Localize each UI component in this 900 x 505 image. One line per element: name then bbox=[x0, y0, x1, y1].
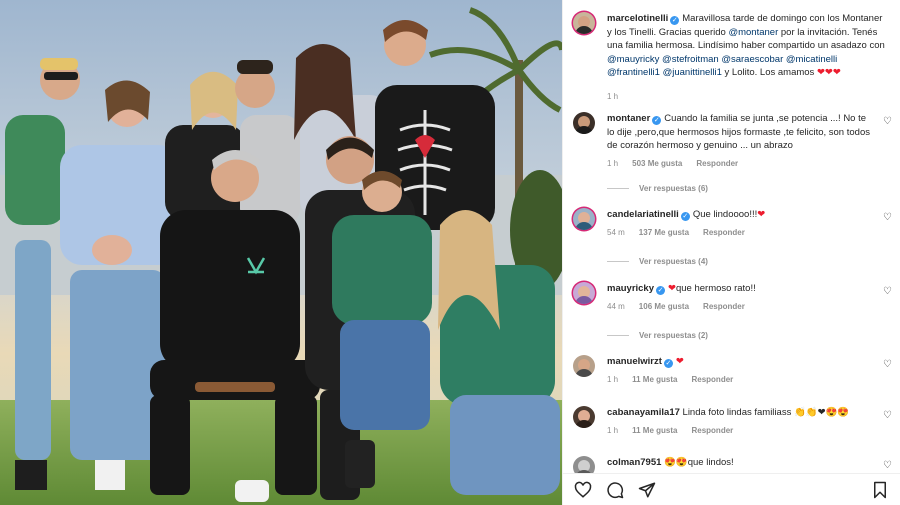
comment-emoji: 👏👏❤😍😍 bbox=[793, 407, 850, 418]
post-time: 1 h bbox=[607, 91, 619, 101]
comment-row: mauyricky ✓ ❤que hermoso rato!! 44 m 106 Me… bbox=[573, 282, 892, 313]
mention-link[interactable]: @micatinelli bbox=[786, 54, 837, 65]
post-side-panel: marcelotinelli ✓ Maravillosa tarde de domi… bbox=[562, 0, 900, 505]
avatar[interactable] bbox=[573, 112, 595, 134]
reply-button[interactable]: Responder bbox=[703, 228, 745, 237]
comment-time: 44 m bbox=[607, 301, 625, 311]
comment-user[interactable]: colman7951 bbox=[607, 457, 661, 468]
mention-link[interactable]: @juanittinelli1 bbox=[663, 67, 722, 78]
view-replies[interactable]: Ver respuestas (2) bbox=[607, 331, 708, 340]
share-icon[interactable] bbox=[637, 480, 657, 500]
comment-text: Linda foto lindas familiass bbox=[682, 407, 794, 418]
comment-likes[interactable]: 106 Me gusta bbox=[639, 302, 689, 311]
comment-likes[interactable]: 137 Me gusta bbox=[639, 228, 689, 237]
view-replies[interactable]: Ver respuestas (6) bbox=[607, 184, 708, 193]
mention-link[interactable]: @montaner bbox=[728, 27, 778, 38]
comment-time: 1 h bbox=[607, 425, 619, 435]
post-author[interactable]: marcelotinelli bbox=[607, 13, 668, 24]
post-caption: marcelotinelli ✓ Maravillosa tarde de domi… bbox=[573, 12, 892, 103]
avatar[interactable] bbox=[573, 282, 595, 304]
action-bar bbox=[563, 473, 900, 505]
instagram-post: marcelotinelli ✓ Maravillosa tarde de domi… bbox=[0, 0, 900, 505]
comment-row: montaner ✓ Cuando la familia se junta ,se … bbox=[573, 112, 892, 170]
comment-emoji: ❤ bbox=[675, 356, 684, 367]
bookmark-icon[interactable] bbox=[870, 480, 890, 500]
family-group-photo bbox=[0, 0, 562, 505]
like-heart-icon[interactable]: ♡ bbox=[883, 212, 892, 223]
view-replies[interactable]: Ver respuestas (4) bbox=[607, 257, 708, 266]
comment-likes[interactable]: 503 Me gusta bbox=[632, 159, 682, 168]
comment-time: 54 m bbox=[607, 227, 625, 237]
reply-button[interactable]: Responder bbox=[691, 375, 733, 384]
post-photo[interactable] bbox=[0, 0, 562, 505]
verified-icon: ✓ bbox=[656, 286, 666, 295]
comment-user[interactable]: montaner bbox=[607, 113, 650, 124]
comment-user[interactable]: cabanayamila17 bbox=[607, 407, 680, 418]
like-heart-icon[interactable]: ♡ bbox=[883, 286, 892, 297]
comment-emoji: 😍😍 bbox=[664, 457, 688, 468]
avatar[interactable] bbox=[573, 355, 595, 377]
avatar[interactable] bbox=[573, 12, 595, 34]
like-heart-icon[interactable]: ♡ bbox=[883, 410, 892, 421]
comment-text: que lindos! bbox=[687, 457, 734, 468]
comment-text: que hermoso rato!! bbox=[675, 283, 756, 294]
avatar[interactable] bbox=[573, 456, 595, 473]
verified-icon: ✓ bbox=[680, 212, 690, 221]
mention-link[interactable]: @stefroitman bbox=[662, 54, 719, 65]
reply-button[interactable]: Responder bbox=[691, 426, 733, 435]
comment-emoji: ❤ bbox=[668, 283, 676, 294]
mention-link[interactable]: @frantinelli1 bbox=[607, 67, 660, 78]
comment-row: manuelwirzt ✓ ❤ 1 h 11 Me gusta Responder ♡ bbox=[573, 355, 892, 386]
comment-time: 1 h bbox=[607, 158, 619, 168]
comment-row: candelariatinelli ✓ Que lindoooo!!!❤ 54 m 1… bbox=[573, 208, 892, 239]
mention-link[interactable]: @mauyricky bbox=[607, 54, 659, 65]
reply-button[interactable]: Responder bbox=[703, 302, 745, 311]
like-heart-icon[interactable]: ♡ bbox=[883, 359, 892, 370]
comments-list[interactable]: marcelotinelli ✓ Maravillosa tarde de domi… bbox=[563, 0, 900, 473]
caption-hearts: ❤❤❤ bbox=[816, 67, 841, 78]
verified-icon: ✓ bbox=[670, 16, 680, 25]
comment-row: colman7951 😍😍que lindos! ♡ bbox=[573, 456, 892, 473]
comment-user[interactable]: candelariatinelli bbox=[607, 209, 679, 220]
comment-likes[interactable]: 11 Me gusta bbox=[632, 375, 677, 384]
comment-icon[interactable] bbox=[605, 480, 625, 500]
comment-emoji: ❤ bbox=[757, 209, 766, 220]
like-heart-icon[interactable]: ♡ bbox=[883, 116, 892, 127]
comment-likes[interactable]: 11 Me gusta bbox=[632, 426, 677, 435]
comment-user[interactable]: mauyricky bbox=[607, 283, 654, 294]
heart-icon[interactable] bbox=[573, 480, 593, 500]
reply-button[interactable]: Responder bbox=[696, 159, 738, 168]
caption-fragment: y Lolito. Los amamos bbox=[721, 67, 817, 78]
like-heart-icon[interactable]: ♡ bbox=[883, 460, 892, 471]
avatar[interactable] bbox=[573, 208, 595, 230]
comment-user[interactable]: manuelwirzt bbox=[607, 356, 662, 367]
comment-row: cabanayamila17 Linda foto lindas familia… bbox=[573, 406, 892, 437]
verified-icon: ✓ bbox=[663, 359, 673, 368]
comment-time: 1 h bbox=[607, 374, 619, 384]
avatar[interactable] bbox=[573, 406, 595, 428]
verified-icon: ✓ bbox=[652, 116, 662, 125]
mention-link[interactable]: @saraescobar bbox=[721, 54, 783, 65]
comment-text: Que lindoooo!!! bbox=[692, 209, 758, 220]
